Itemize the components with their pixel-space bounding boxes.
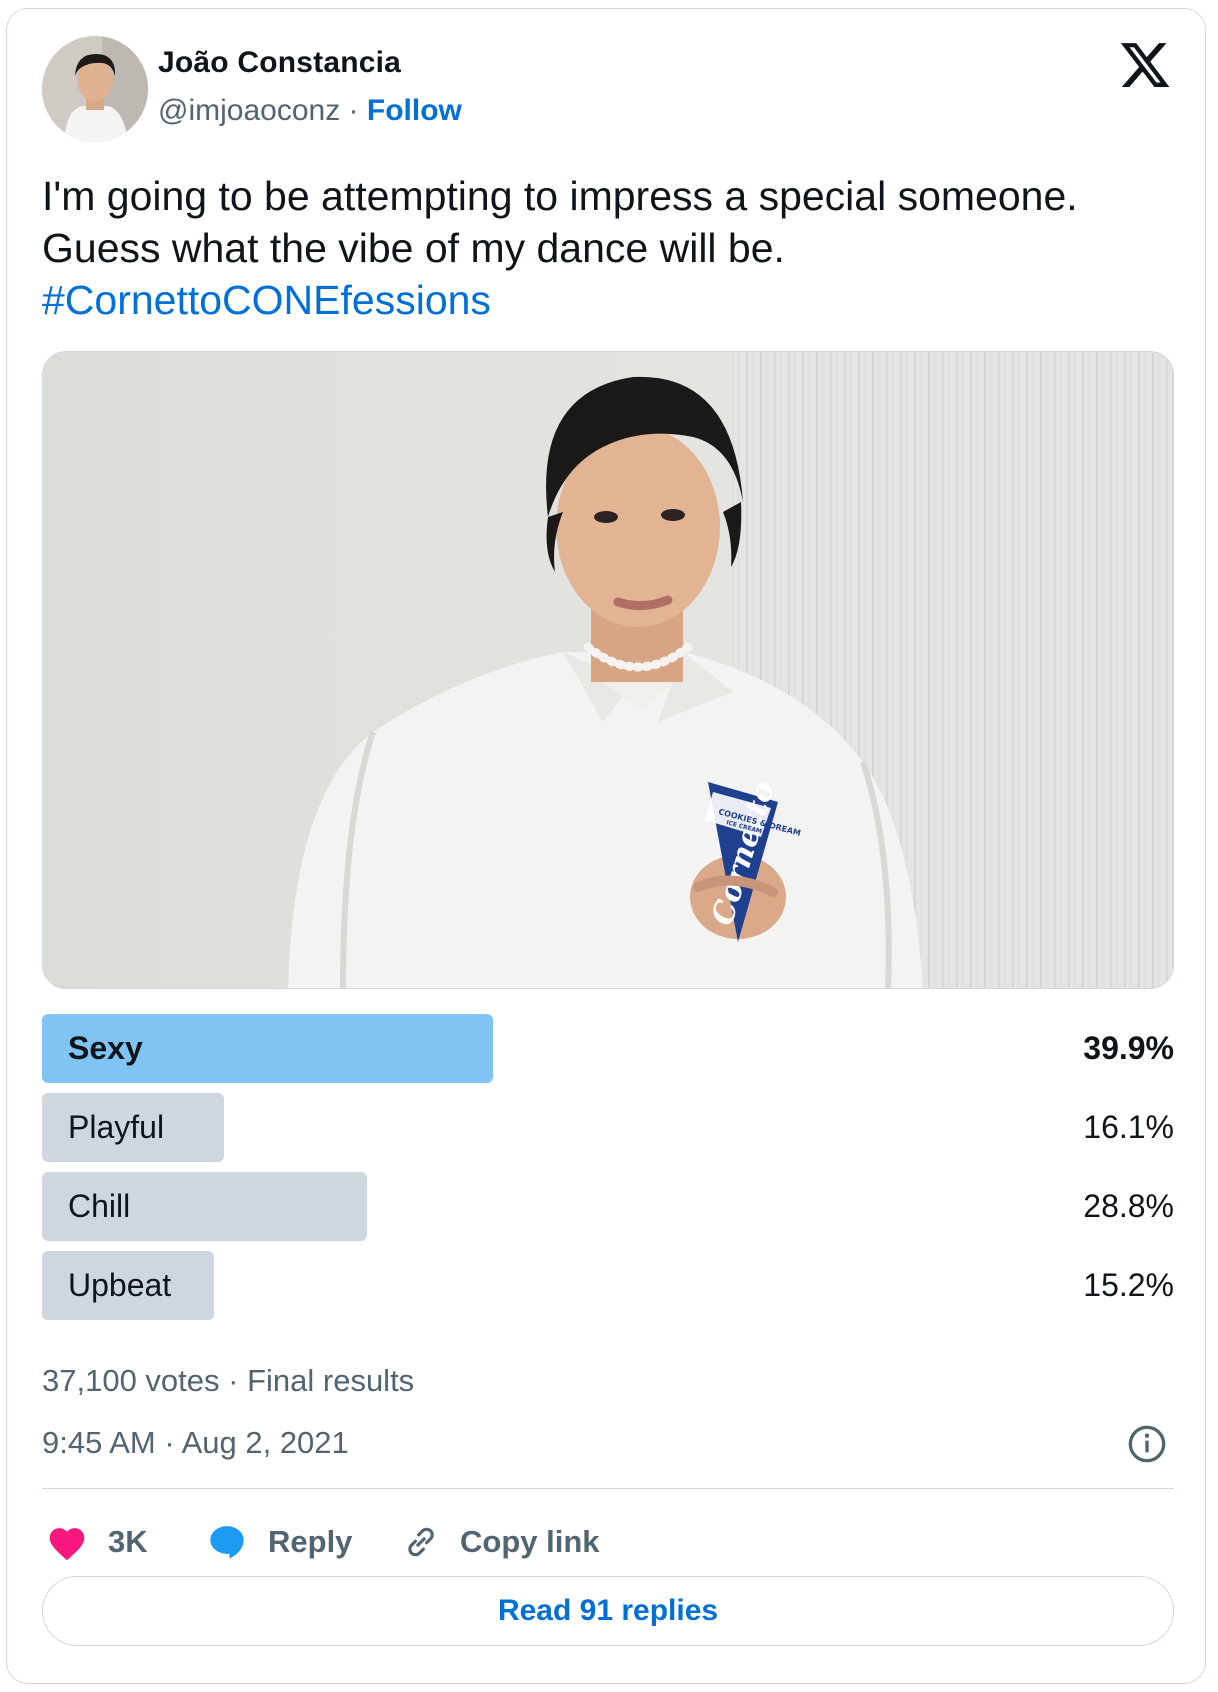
reply-label: Reply	[268, 1524, 353, 1559]
hashtag-link[interactable]: #CornettoCONEfessions	[42, 274, 1172, 326]
heart-icon	[49, 1528, 85, 1561]
poll-summary: 37,100 votes · Final results	[42, 1363, 415, 1398]
poll-option-sexy: Sexy 39.9%	[42, 1014, 1174, 1083]
copy-link-label: Copy link	[460, 1524, 600, 1559]
handle-separator: ·	[348, 94, 359, 127]
follow-link[interactable]: Follow	[367, 94, 462, 127]
tweet-text-line-1: I'm going to be attempting to impress a …	[42, 173, 1078, 219]
like-count: 3K	[108, 1524, 148, 1559]
poll-option-percent: 28.8%	[1083, 1188, 1174, 1224]
poll-option-playful: Playful 16.1%	[42, 1093, 1174, 1162]
read-replies-button[interactable]: Read 91 replies	[42, 1576, 1174, 1646]
poll-option-label: Sexy	[68, 1030, 143, 1066]
poll-option-percent: 15.2%	[1083, 1267, 1174, 1303]
x-logo-icon[interactable]	[1118, 38, 1172, 92]
reply-bubble-icon	[210, 1526, 244, 1559]
avatar[interactable]	[42, 36, 148, 142]
author-handle[interactable]: @imjoaoconz	[158, 94, 340, 127]
author-name[interactable]: João Constancia	[158, 46, 401, 80]
poll-option-upbeat: Upbeat 15.2%	[42, 1251, 1174, 1320]
poll-option-label: Chill	[68, 1188, 131, 1224]
poll-option-chill: Chill 28.8%	[42, 1172, 1174, 1241]
info-icon[interactable]	[1127, 1424, 1167, 1464]
copy-link-button[interactable]: Copy link	[402, 1512, 600, 1572]
poll-option-percent: 39.9%	[1083, 1030, 1174, 1066]
tweet-text-line-2: Guess what the vibe of my dance will be.	[42, 225, 785, 271]
poll-option-percent: 16.1%	[1083, 1109, 1174, 1145]
poll-option-label: Upbeat	[68, 1267, 172, 1303]
divider	[42, 1488, 1174, 1489]
like-button[interactable]: 3K	[46, 1512, 148, 1572]
tweet-photo[interactable]: Cornetto COOKIES & DREAM ICE CREAM	[42, 351, 1174, 989]
link-icon	[408, 1527, 434, 1557]
tweet-timestamp[interactable]: 9:45 AM · Aug 2, 2021	[42, 1425, 349, 1461]
tweet-text: I'm going to be attempting to impress a …	[42, 170, 1172, 326]
author-handle-row: @imjoaoconz · Follow	[158, 94, 462, 128]
poll-option-label: Playful	[68, 1109, 165, 1145]
reply-button[interactable]: Reply	[206, 1512, 352, 1572]
